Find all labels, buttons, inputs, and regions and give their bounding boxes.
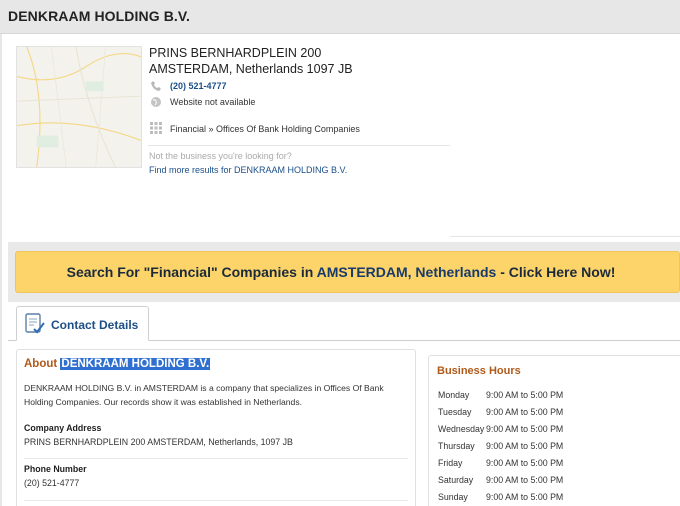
search-banner[interactable]: Search For "Financial" Companies in AMST… (15, 251, 680, 293)
hours-day: Saturday (438, 475, 474, 485)
phone-number-label: Phone Number (24, 464, 87, 474)
hours-time: 9:00 AM to 5:00 PM (486, 475, 564, 485)
banner-text: Search For "Financial" Companies in AMST… (16, 264, 666, 280)
hours-day: Tuesday (438, 407, 472, 417)
about-title: About DENKRAAM HOLDING B.V. (24, 358, 211, 370)
banner-prefix: Search For "Financial" Companies in (66, 264, 317, 280)
grid-icon (150, 122, 162, 134)
divider (24, 458, 408, 459)
hours-time: 9:00 AM to 5:00 PM (486, 390, 564, 400)
hours-time: 9:00 AM to 5:00 PM (486, 492, 564, 502)
more-results-link[interactable]: Find more results for DENKRAAM HOLDING B… (149, 165, 347, 175)
banner-suffix: - Click Here Now! (496, 264, 616, 280)
title-bar: DENKRAAM HOLDING B.V. (0, 0, 680, 34)
category-breadcrumb[interactable]: Financial » Offices Of Bank Holding Comp… (170, 124, 360, 134)
phone-link[interactable]: (20) 521-4777 (170, 81, 227, 91)
contact-card-icon (25, 313, 45, 334)
about-title-name: DENKRAAM HOLDING B.V. (60, 358, 211, 370)
business-hours-title: Business Hours (437, 365, 521, 377)
globe-icon (151, 97, 161, 107)
about-description: DENKRAAM HOLDING B.V. in AMSTERDAM is a … (24, 383, 384, 407)
address-line-2: AMSTERDAM, Netherlands 1097 JB (149, 62, 353, 76)
divider (148, 145, 450, 146)
hours-time: 9:00 AM to 5:00 PM (486, 424, 564, 434)
hours-day: Monday (438, 390, 470, 400)
left-gutter (0, 34, 2, 506)
hours-time: 9:00 AM to 5:00 PM (486, 441, 564, 451)
map-icon (17, 47, 141, 167)
location-map[interactable] (16, 46, 142, 168)
page-title: DENKRAAM HOLDING B.V. (8, 8, 191, 24)
not-business-text: Not the business you're looking for? (149, 151, 292, 161)
hours-day: Sunday (438, 492, 468, 502)
company-address-label: Company Address (24, 423, 102, 433)
divider (450, 236, 680, 237)
phone-number-value: (20) 521-4777 (24, 478, 80, 488)
tab-label: Contact Details (51, 318, 139, 332)
phone-icon (151, 81, 161, 91)
hours-day: Wednesday (438, 424, 485, 434)
divider (24, 500, 408, 501)
about-title-prefix: About (24, 358, 61, 370)
hours-day: Thursday (438, 441, 475, 451)
website-status: Website not available (170, 97, 256, 107)
address-line-1: PRINS BERNHARDPLEIN 200 (149, 46, 322, 60)
company-address-value: PRINS BERNHARDPLEIN 200 AMSTERDAM, Nethe… (24, 437, 293, 447)
hours-time: 9:00 AM to 5:00 PM (486, 407, 564, 417)
banner-location: AMSTERDAM, Netherlands (316, 264, 497, 280)
hours-day: Friday (438, 458, 463, 468)
tab-contact-details[interactable]: Contact Details (16, 306, 149, 341)
hours-time: 9:00 AM to 5:00 PM (486, 458, 564, 468)
